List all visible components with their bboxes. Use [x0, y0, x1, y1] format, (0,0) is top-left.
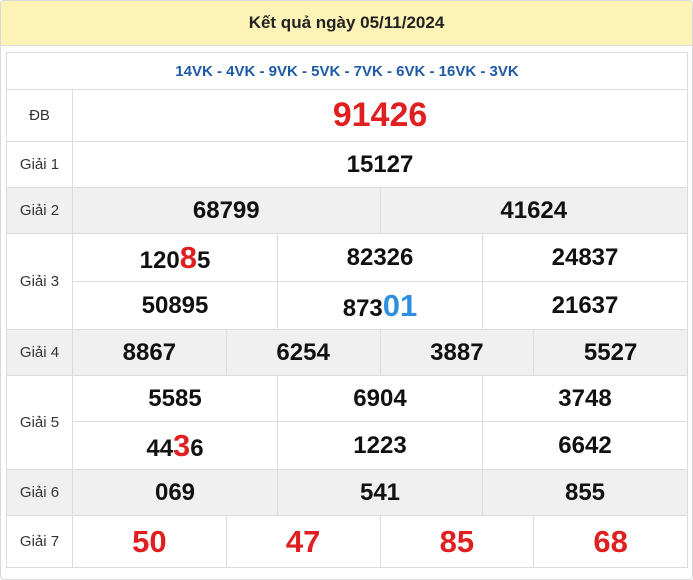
- g5-number: 5585: [72, 375, 278, 422]
- g2-number: 68799: [72, 187, 381, 234]
- row-g5-b: 4436 1223 6642: [7, 421, 688, 470]
- g5-number: 3748: [482, 375, 688, 422]
- label-g5: Giải 5: [6, 375, 73, 470]
- label-g4: Giải 4: [6, 329, 73, 376]
- row-g7: Giải 7 50 47 85 68: [6, 515, 688, 568]
- page-title: Kết quả ngày 05/11/2024: [1, 1, 692, 46]
- g4-number: 8867: [72, 329, 227, 376]
- label-g3: Giải 3: [6, 233, 73, 330]
- g4-number: 3887: [379, 329, 535, 376]
- g3-number: 21637: [482, 281, 688, 330]
- g3-highlight: 8: [179, 239, 197, 275]
- g5-number: 1223: [277, 421, 483, 470]
- g5-number: 4436: [72, 421, 278, 470]
- special-prize-number: 91426: [72, 89, 688, 142]
- results-table: 14VK - 4VK - 9VK - 5VK - 7VK - 6VK - 16V…: [6, 52, 688, 568]
- row-g2: Giải 2 68799 41624: [6, 187, 688, 234]
- g5-highlight: 3: [173, 427, 191, 463]
- codes-row: 14VK - 4VK - 9VK - 5VK - 7VK - 6VK - 16V…: [6, 52, 688, 90]
- g3-number: 12085: [72, 233, 278, 282]
- row-g3-b: 50895 87301 21637: [7, 281, 688, 330]
- g7-number: 47: [225, 515, 381, 568]
- g6-number: 541: [277, 469, 483, 516]
- label-db: ĐB: [6, 89, 73, 142]
- row-db: ĐB 91426: [6, 89, 688, 142]
- label-g1: Giải 1: [6, 141, 73, 188]
- row-g1: Giải 1 15127: [6, 141, 688, 188]
- row-g5-a: Giải 5 5585 6904 3748: [6, 375, 688, 470]
- g5-number: 6642: [482, 421, 688, 470]
- codes-text: 14VK - 4VK - 9VK - 5VK - 7VK - 6VK - 16V…: [6, 52, 688, 90]
- g6-number: 069: [72, 469, 278, 516]
- g4-number: 5527: [533, 329, 688, 376]
- g5-number: 6904: [277, 375, 483, 422]
- label-g6: Giải 6: [6, 469, 73, 516]
- g7-number: 85: [379, 515, 535, 568]
- row-g4: Giải 4 8867 6254 3887 5527: [6, 329, 688, 376]
- label-g2: Giải 2: [6, 187, 73, 234]
- lottery-result-panel: Kết quả ngày 05/11/2024 14VK - 4VK - 9VK…: [0, 0, 693, 580]
- label-g7: Giải 7: [6, 515, 73, 568]
- g3-number: 50895: [72, 281, 278, 330]
- g3-number: 87301: [277, 281, 483, 330]
- g2-number: 41624: [379, 187, 688, 234]
- row-g3-a: Giải 3 12085 82326 24837: [6, 233, 688, 330]
- g4-number: 6254: [225, 329, 381, 376]
- g3-highlight: 01: [382, 287, 418, 323]
- g7-number: 50: [72, 515, 227, 568]
- g1-number: 15127: [72, 141, 688, 188]
- g7-number: 68: [533, 515, 688, 568]
- row-g6: Giải 6 069 541 855: [6, 469, 688, 516]
- g3-number: 24837: [482, 233, 688, 282]
- g6-number: 855: [482, 469, 688, 516]
- g3-number: 82326: [277, 233, 483, 282]
